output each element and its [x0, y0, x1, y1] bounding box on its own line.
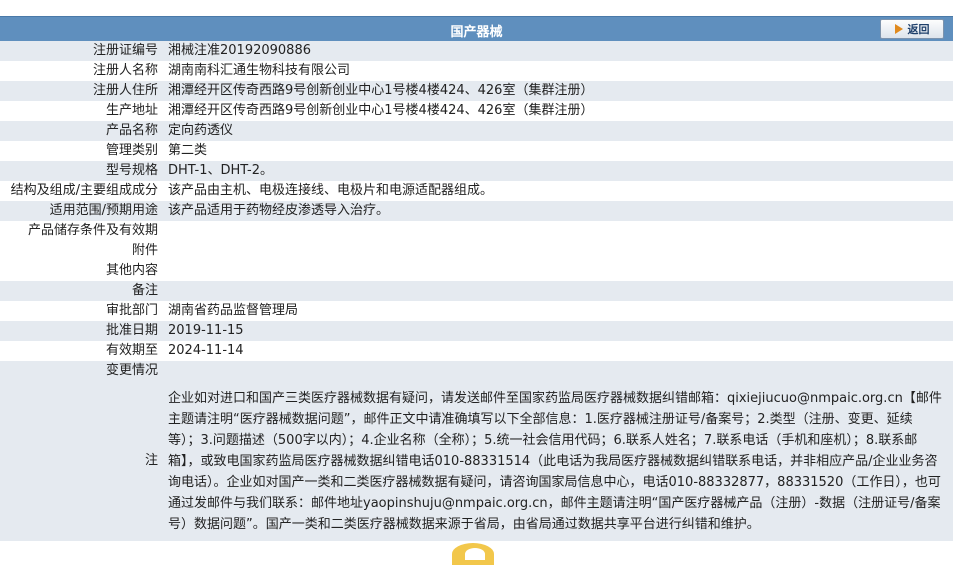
field-value: 该产品由主机、电极连接线、电极片和电源适配器组成。: [164, 181, 953, 201]
table-row: 备注: [0, 281, 953, 301]
field-label: 注册证编号: [0, 41, 164, 61]
field-label: 审批部门: [0, 301, 164, 321]
table-row: 管理类别 第二类: [0, 141, 953, 161]
table-row: 有效期至 2024-11-14: [0, 341, 953, 361]
table-row: 批准日期 2019-11-15: [0, 321, 953, 341]
field-value: [164, 261, 953, 281]
page-title: 国产器械: [450, 25, 503, 40]
field-label: 产品储存条件及有效期: [0, 221, 164, 241]
field-label: 备注: [0, 281, 164, 301]
field-value: [164, 361, 953, 381]
field-value: 湖南省药品监督管理局: [164, 301, 953, 321]
table-row: 注册证编号 湘械注准20192090886: [0, 41, 953, 61]
field-value: 湘潭经开区传奇西路9号创新创业中心1号楼4楼424、426室（集群注册）: [164, 81, 953, 101]
arrow-right-icon: [894, 24, 903, 34]
field-label: 结构及组成/主要组成成分: [0, 181, 164, 201]
note-row: 注 企业如对进口和国产三类医疗器械数据有疑问，请发送邮件至国家药监局医疗器械数据…: [0, 381, 953, 541]
field-value: 湖南南科汇通生物科技有限公司: [164, 61, 953, 81]
field-label: 有效期至: [0, 341, 164, 361]
table-row: 生产地址 湘潭经开区传奇西路9号创新创业中心1号楼4楼424、426室（集群注册…: [0, 101, 953, 121]
note-text: 企业如对进口和国产三类医疗器械数据有疑问，请发送邮件至国家药监局医疗器械数据纠错…: [164, 381, 953, 541]
field-label: 适用范围/预期用途: [0, 201, 164, 221]
field-label: 变更情况: [0, 361, 164, 381]
field-value: DHT-1、DHT-2。: [164, 161, 953, 181]
table-row: 结构及组成/主要组成成分 该产品由主机、电极连接线、电极片和电源适配器组成。: [0, 181, 953, 201]
table-row: 审批部门 湖南省药品监督管理局: [0, 301, 953, 321]
decorative-logo-inner: [465, 548, 485, 560]
field-value: 湘潭经开区传奇西路9号创新创业中心1号楼4楼424、426室（集群注册）: [164, 101, 953, 121]
detail-table: 注册证编号 湘械注准20192090886 注册人名称 湖南南科汇通生物科技有限…: [0, 41, 953, 541]
table-row: 其他内容: [0, 261, 953, 281]
field-value: [164, 221, 953, 241]
table-row: 产品储存条件及有效期: [0, 221, 953, 241]
field-value: 该产品适用于药物经皮渗透导入治疗。: [164, 201, 953, 221]
table-row: 产品名称 定向药透仪: [0, 121, 953, 141]
back-button-label: 返回: [907, 23, 930, 36]
table-row: 附件: [0, 241, 953, 261]
field-label: 管理类别: [0, 141, 164, 161]
field-value: 定向药透仪: [164, 121, 953, 141]
page-header: 国产器械 返回: [0, 16, 953, 42]
field-value: 2019-11-15: [164, 321, 953, 341]
table-row: 变更情况: [0, 361, 953, 381]
table-row: 型号规格 DHT-1、DHT-2。: [0, 161, 953, 181]
field-label: 型号规格: [0, 161, 164, 181]
field-label: 注册人名称: [0, 61, 164, 81]
field-value: 湘械注准20192090886: [164, 41, 953, 61]
table-row: 适用范围/预期用途 该产品适用于药物经皮渗透导入治疗。: [0, 201, 953, 221]
field-label: 其他内容: [0, 261, 164, 281]
field-value: [164, 281, 953, 301]
back-button[interactable]: 返回: [880, 19, 944, 39]
field-label: 批准日期: [0, 321, 164, 341]
field-label: 生产地址: [0, 101, 164, 121]
note-label: 注: [0, 381, 164, 541]
field-label: 注册人住所: [0, 81, 164, 101]
field-value: 第二类: [164, 141, 953, 161]
top-strip: [0, 0, 953, 17]
field-value: 2024-11-14: [164, 341, 953, 361]
table-row: 注册人住所 湘潭经开区传奇西路9号创新创业中心1号楼4楼424、426室（集群注…: [0, 81, 953, 101]
field-value: [164, 241, 953, 261]
table-row: 注册人名称 湖南南科汇通生物科技有限公司: [0, 61, 953, 81]
field-label: 产品名称: [0, 121, 164, 141]
field-label: 附件: [0, 241, 164, 261]
